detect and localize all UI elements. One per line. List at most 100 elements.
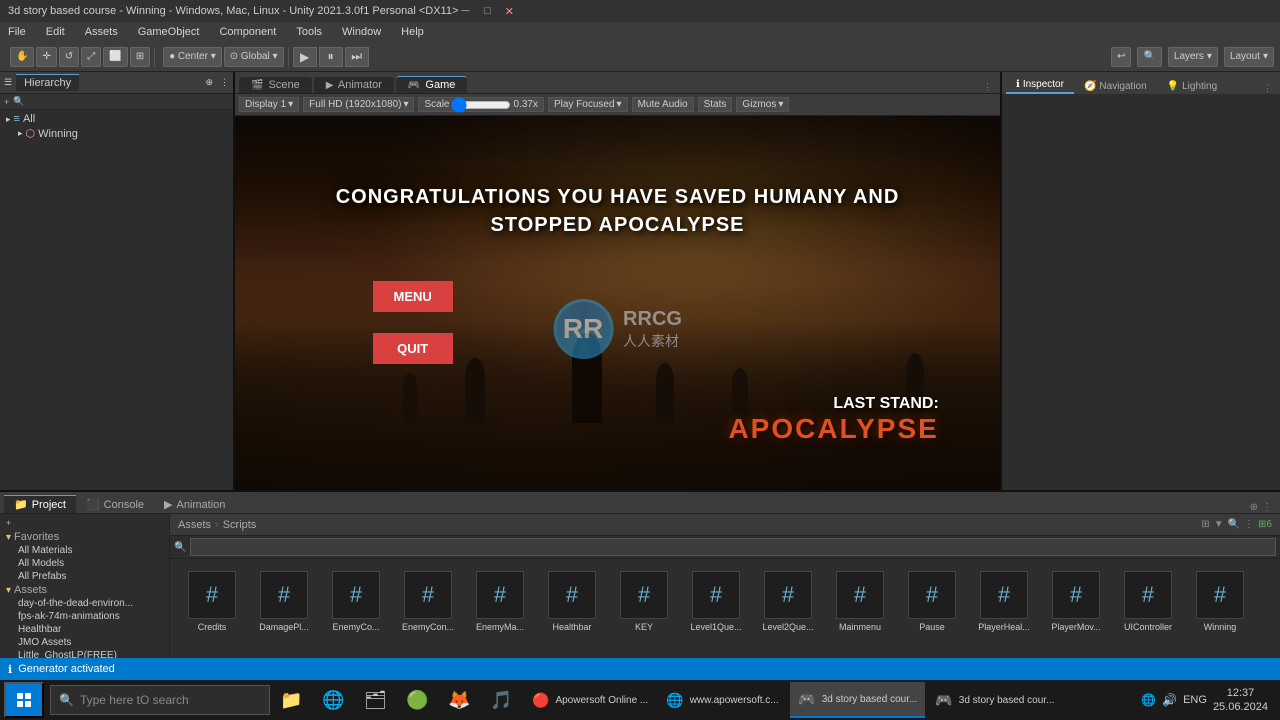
undo-history-btn[interactable]: ↩ bbox=[1111, 47, 1131, 67]
sidebar-all-prefabs[interactable]: All Prefabs bbox=[2, 570, 167, 583]
taskbar-app-chrome[interactable]: 🟢 bbox=[398, 682, 438, 718]
menu-button[interactable]: MENU bbox=[373, 281, 453, 312]
scale-control[interactable]: Scale 0.37x bbox=[418, 97, 543, 112]
start-button[interactable] bbox=[4, 682, 44, 718]
console-tab[interactable]: ⬛ Console bbox=[76, 496, 154, 513]
rotate-tool[interactable]: ↺ bbox=[59, 47, 79, 67]
hierarchy-menu-icon[interactable]: ☰ bbox=[4, 77, 12, 88]
asset-item[interactable]: # Mainmenu bbox=[826, 567, 894, 637]
menu-component[interactable]: Component bbox=[215, 25, 280, 39]
asset-item[interactable]: # Winning bbox=[1186, 567, 1254, 637]
quit-button[interactable]: QUIT bbox=[373, 333, 453, 364]
taskbar-unity-2[interactable]: 🎮 3d story based cour... bbox=[927, 682, 1062, 718]
display-dropdown[interactable]: Display 1 ▾ bbox=[239, 97, 299, 112]
menu-edit[interactable]: Edit bbox=[42, 25, 69, 39]
taskbar-app-files[interactable]: 🗂 bbox=[356, 682, 396, 718]
global-btn[interactable]: ⊙ Global ▾ bbox=[224, 47, 284, 67]
asset-item[interactable]: # KEY bbox=[610, 567, 678, 637]
pivot-btn[interactable]: ● Center ▾ bbox=[163, 47, 222, 67]
asset-item[interactable]: # EnemyCo... bbox=[322, 567, 390, 637]
taskbar-unity-1[interactable]: 🎮 3d story based cour... bbox=[790, 682, 925, 718]
inspector-tab[interactable]: ℹ Inspector bbox=[1006, 77, 1074, 94]
taskbar-clock[interactable]: 12:37 25.06.2024 bbox=[1213, 686, 1268, 715]
navigation-tab[interactable]: 🧭 Navigation bbox=[1074, 79, 1157, 94]
maximize-button[interactable]: □ bbox=[480, 4, 494, 18]
animation-tab[interactable]: ▶ Animation bbox=[154, 496, 235, 513]
bottom-options-btn[interactable]: ⋮ bbox=[1262, 502, 1272, 513]
lighting-tab[interactable]: 💡 Lighting bbox=[1157, 79, 1227, 94]
project-view-btn[interactable]: ⊞ bbox=[1201, 519, 1209, 530]
asset-item[interactable]: # PlayerMov... bbox=[1042, 567, 1110, 637]
gizmos-btn[interactable]: Gizmos ▾ bbox=[736, 97, 789, 112]
step-button[interactable]: ⏭ bbox=[345, 47, 369, 67]
hierarchy-tab[interactable]: Hierarchy bbox=[16, 74, 79, 91]
animator-tab[interactable]: ▶ Animator bbox=[314, 77, 394, 93]
project-search-input[interactable] bbox=[190, 538, 1276, 556]
menu-help[interactable]: Help bbox=[397, 25, 428, 39]
move-tool[interactable]: ✛ bbox=[36, 47, 56, 67]
taskbar-app-edge[interactable]: 🌐 bbox=[314, 682, 354, 718]
layers-dropdown[interactable]: Layers ▾ bbox=[1168, 47, 1218, 67]
taskbar-apowersoft-2[interactable]: 🌐 www.apowersoft.c... bbox=[658, 682, 788, 718]
sidebar-ghost[interactable]: Little_GhostLP(FREE) bbox=[2, 649, 167, 658]
search-btn[interactable]: 🔍 bbox=[1137, 47, 1161, 67]
taskbar-lang[interactable]: ENG bbox=[1183, 694, 1207, 706]
hierarchy-root[interactable]: ▸ ⬡ Winning bbox=[2, 126, 231, 141]
asset-item[interactable]: # EnemyCon... bbox=[394, 567, 462, 637]
menu-gameobject[interactable]: GameObject bbox=[134, 25, 204, 39]
minimize-button[interactable]: ─ bbox=[458, 4, 472, 18]
play-focused-btn[interactable]: Play Focused ▾ bbox=[548, 97, 628, 112]
sidebar-jmo[interactable]: JMO Assets bbox=[2, 636, 167, 649]
hierarchy-all[interactable]: ▸ ≡ All bbox=[2, 112, 231, 126]
menu-file[interactable]: File bbox=[4, 25, 30, 39]
bottom-add-btn[interactable]: ⊕ bbox=[1250, 502, 1258, 513]
project-filter-btn[interactable]: ▼ bbox=[1214, 519, 1224, 530]
hierarchy-add-btn[interactable]: ⊕ bbox=[205, 77, 213, 88]
path-scripts[interactable]: Scripts bbox=[223, 519, 257, 531]
mute-audio-btn[interactable]: Mute Audio bbox=[632, 97, 694, 112]
scale-slider[interactable] bbox=[451, 101, 511, 109]
path-assets[interactable]: Assets bbox=[178, 519, 211, 531]
game-tab[interactable]: 🎮 Game bbox=[396, 76, 467, 93]
sidebar-add-btn[interactable]: + bbox=[6, 518, 11, 528]
project-options-btn[interactable]: ⋮ bbox=[1244, 519, 1254, 530]
taskbar-app-explorer[interactable]: 📁 bbox=[272, 682, 312, 718]
play-button[interactable]: ▶ bbox=[293, 47, 317, 67]
stats-btn[interactable]: Stats bbox=[698, 97, 733, 112]
hand-tool[interactable]: ✋ bbox=[10, 47, 34, 67]
resolution-dropdown[interactable]: Full HD (1920x1080) ▾ bbox=[303, 97, 414, 112]
view-options-btn[interactable]: ⋮ bbox=[983, 82, 996, 93]
right-options-btn[interactable]: ⋮ bbox=[1263, 83, 1276, 94]
sidebar-day-dead[interactable]: day-of-the-dead-environ... bbox=[2, 597, 167, 610]
sidebar-favorites[interactable]: ▾Favorites bbox=[2, 530, 167, 544]
taskbar-app-firefox[interactable]: 🦊 bbox=[440, 682, 480, 718]
rect-tool[interactable]: ⬜ bbox=[103, 47, 127, 67]
asset-item[interactable]: # Pause bbox=[898, 567, 966, 637]
sidebar-all-materials[interactable]: All Materials bbox=[2, 544, 167, 557]
taskbar-app-music[interactable]: 🎵 bbox=[482, 682, 522, 718]
transform-tool[interactable]: ⊞ bbox=[130, 47, 150, 67]
asset-item[interactable]: # UIController bbox=[1114, 567, 1182, 637]
asset-item[interactable]: # Level2Que... bbox=[754, 567, 822, 637]
hierarchy-options-btn[interactable]: ⋮ bbox=[220, 77, 229, 88]
scale-tool[interactable]: ⤢ bbox=[81, 47, 101, 67]
project-tab[interactable]: 📁 Project bbox=[4, 495, 76, 513]
asset-item[interactable]: # Credits bbox=[178, 567, 246, 637]
asset-item[interactable]: # EnemyMa... bbox=[466, 567, 534, 637]
menu-assets[interactable]: Assets bbox=[81, 25, 122, 39]
hierarchy-add-icon[interactable]: + bbox=[4, 97, 9, 107]
pause-button[interactable]: ⏸ bbox=[319, 47, 343, 67]
taskbar-search[interactable]: 🔍 Type here tO search bbox=[50, 685, 270, 715]
menu-window[interactable]: Window bbox=[338, 25, 385, 39]
menu-tools[interactable]: Tools bbox=[292, 25, 326, 39]
taskbar-apowersoft-1[interactable]: 🔴 Apowersoft Online ... bbox=[524, 682, 656, 718]
asset-item[interactable]: # Level1Que... bbox=[682, 567, 750, 637]
layout-dropdown[interactable]: Layout ▾ bbox=[1224, 47, 1274, 67]
sidebar-all-models[interactable]: All Models bbox=[2, 557, 167, 570]
asset-item[interactable]: # PlayerHeal... bbox=[970, 567, 1038, 637]
sidebar-healthbar[interactable]: Healthbar bbox=[2, 623, 167, 636]
sidebar-assets[interactable]: ▾Assets bbox=[2, 583, 167, 597]
asset-item[interactable]: # DamagePl... bbox=[250, 567, 318, 637]
scene-tab[interactable]: 🎬 Scene bbox=[239, 77, 312, 93]
close-button[interactable]: ✕ bbox=[502, 4, 516, 18]
